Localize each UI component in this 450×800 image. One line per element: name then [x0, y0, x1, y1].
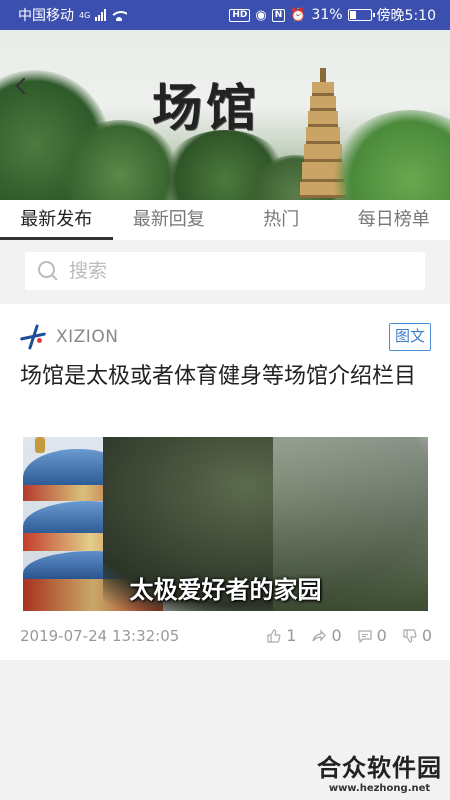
dislike-count: 0: [421, 626, 432, 645]
post-source: XIZION: [19, 324, 119, 350]
comment-icon: [358, 629, 372, 643]
post-image[interactable]: 太极爱好者的家园: [23, 437, 428, 611]
share-icon: [312, 628, 327, 642]
tab-latest-posts[interactable]: 最新发布: [0, 200, 113, 240]
comment-button[interactable]: 0: [358, 626, 387, 645]
search-section: [0, 240, 450, 302]
search-input[interactable]: [69, 260, 399, 282]
status-right: HD ◉ N ⏰ 31% 傍晚5:10: [229, 5, 436, 25]
post-footer: 2019-07-24 13:32:05 1 0 0 0: [20, 626, 432, 645]
nfc-icon: N: [271, 8, 286, 22]
tab-hot[interactable]: 热门: [225, 200, 338, 240]
search-icon: [37, 260, 59, 282]
share-button[interactable]: 0: [312, 626, 342, 645]
like-count: 1: [286, 626, 297, 645]
tab-latest-replies[interactable]: 最新回复: [113, 200, 226, 240]
watermark: 合众软件园 www.hezhong.net: [317, 748, 442, 794]
status-bar: 中国移动 4G HD ◉ N ⏰ 31% 傍晚5:10: [0, 0, 450, 30]
battery-icon: [347, 9, 375, 21]
like-button[interactable]: 1: [267, 626, 296, 645]
thumbs-up-icon: [267, 628, 281, 643]
alarm-icon: ⏰: [290, 7, 307, 23]
thumbs-down-icon: [403, 628, 417, 643]
search-box[interactable]: [25, 252, 425, 290]
status-left: 中国移动 4G: [18, 5, 128, 25]
wifi-icon: [111, 9, 128, 21]
post-title[interactable]: 场馆是太极或者体育健身等场馆介绍栏目: [20, 362, 430, 392]
post-type-badge: 图文: [389, 323, 431, 351]
tab-daily-ranking[interactable]: 每日榜单: [338, 200, 450, 240]
battery-percent: 31%: [311, 7, 343, 23]
back-button[interactable]: [14, 76, 32, 98]
carrier-label: 中国移动: [18, 8, 74, 24]
banner-tree: [330, 110, 450, 200]
source-logo-icon: [19, 324, 48, 350]
source-name: XIZION: [56, 327, 119, 347]
watermark-url: www.hezhong.net: [328, 783, 431, 794]
clock: 傍晚5:10: [376, 8, 436, 24]
post-card[interactable]: XIZION 图文 场馆是太极或者体育健身等场馆介绍栏目 太极爱好者的家园 20…: [0, 304, 450, 660]
watermark-title: 合众软件园: [317, 754, 442, 782]
tab-bar: 最新发布 最新回复 热门 每日榜单: [0, 200, 450, 240]
share-count: 0: [331, 626, 342, 645]
signal-icon: [95, 9, 107, 21]
network-label: 4G: [79, 11, 91, 20]
image-caption: 太极爱好者的家园: [129, 576, 322, 604]
battery-fill: [349, 11, 356, 19]
dislike-button[interactable]: 0: [403, 626, 432, 645]
post-date: 2019-07-24 13:32:05: [20, 626, 180, 645]
page-title: 场馆: [152, 78, 260, 137]
eye-icon: ◉: [255, 7, 267, 23]
header-banner: 场馆: [0, 30, 450, 200]
comment-count: 0: [376, 626, 387, 645]
hd-icon: HD: [229, 8, 251, 22]
post-stats: 1 0 0 0: [267, 626, 432, 645]
